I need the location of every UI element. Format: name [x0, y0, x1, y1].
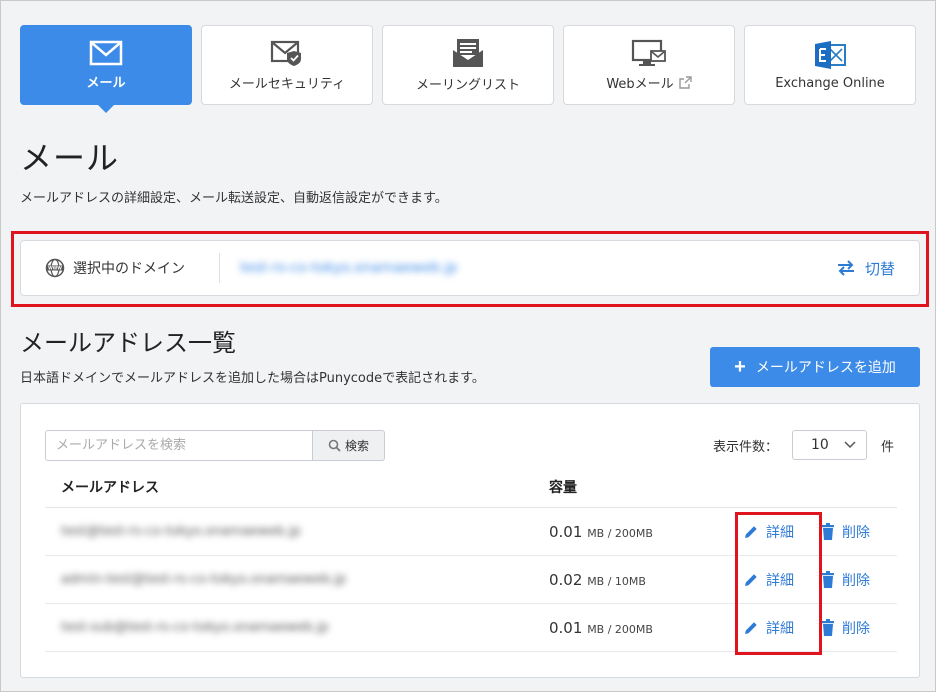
page-description: メールアドレスの詳細設定、メール転送設定、自動返信設定ができます。: [20, 191, 448, 206]
header-address: メールアドレス: [61, 480, 159, 496]
capacity-unit-limit: MB / 10MB: [587, 574, 646, 588]
service-tabs: メール メールセキュリティ メーリングリスト Webメール Exchange O…: [20, 25, 916, 113]
table-header: メールアドレス 容量: [45, 467, 897, 508]
webmail-label: Webメール: [606, 76, 674, 92]
add-address-label: メールアドレスを追加: [755, 359, 896, 375]
mailing-list-icon: [453, 38, 483, 67]
delete-label: 削除: [842, 524, 870, 541]
tab-label: メール: [86, 75, 126, 91]
search-button[interactable]: 検索: [313, 430, 385, 461]
tab-mail-security[interactable]: メールセキュリティ: [201, 25, 373, 105]
address-list-title: メールアドレス一覧: [20, 329, 236, 357]
per-page-control: 表示件数： 10 件: [713, 430, 894, 460]
tab-mailing-list[interactable]: メーリングリスト: [382, 25, 554, 105]
exchange-icon: [815, 40, 846, 69]
trash-icon: [822, 571, 834, 588]
capacity-cell: 0.01 MB / 200MB: [549, 523, 739, 541]
capacity-unit-limit: MB / 200MB: [587, 622, 653, 636]
per-page-label: 表示件数：: [712, 439, 778, 455]
tab-exchange-online[interactable]: Exchange Online: [744, 25, 916, 105]
external-link-icon: [678, 75, 692, 89]
capacity-cell: 0.01 MB / 200MB: [549, 619, 739, 637]
tab-label: メールセキュリティ: [228, 76, 346, 92]
capacity-cell: 0.02 MB / 10MB: [549, 571, 739, 589]
per-page-value: 10: [810, 437, 829, 453]
search-button-label: 検索: [344, 439, 369, 453]
capacity-used: 0.01: [549, 522, 583, 541]
add-address-button[interactable]: + メールアドレスを追加: [710, 347, 920, 387]
search-icon: [328, 439, 341, 452]
detail-buttons-highlight-frame: [735, 512, 822, 655]
tab-webmail[interactable]: Webメール: [563, 25, 735, 105]
tab-label: Exchange Online: [775, 75, 885, 91]
page-title: メール: [20, 139, 120, 177]
tab-label: メーリングリスト: [415, 77, 520, 93]
delete-button[interactable]: 削除: [821, 570, 870, 590]
per-page-unit: 件: [880, 439, 894, 455]
address-cell: admin-test@test-rs-co-tokyo.onamaeweb.jp: [61, 572, 347, 587]
search-group: 検索: [45, 430, 385, 461]
search-input[interactable]: [45, 430, 313, 461]
tab-label: Webメール: [606, 73, 692, 92]
per-page-select[interactable]: 10: [791, 430, 867, 460]
mail-icon: [89, 40, 123, 65]
domain-highlight-frame: [11, 231, 929, 307]
plus-icon: +: [734, 356, 746, 378]
address-cell: test-sub@test-rs-co-tokyo.onamaeweb.jp: [61, 620, 329, 635]
capacity-used: 0.01: [549, 618, 583, 637]
tab-mail[interactable]: メール: [20, 25, 192, 113]
capacity-unit-limit: MB / 200MB: [587, 526, 653, 540]
address-list-description: 日本語ドメインでメールアドレスを追加した場合はPunycodeで表記されます。: [20, 371, 485, 386]
delete-button[interactable]: 削除: [821, 522, 870, 542]
capacity-used: 0.02: [549, 570, 583, 589]
delete-label: 削除: [842, 620, 870, 637]
delete-label: 削除: [842, 572, 870, 589]
address-cell: test@test-rs-co-tokyo.onamaeweb.jp: [61, 524, 301, 539]
chevron-down-icon: [844, 441, 856, 449]
delete-button[interactable]: 削除: [821, 618, 870, 638]
mail-security-icon: [270, 40, 301, 66]
header-capacity: 容量: [549, 480, 577, 496]
trash-icon: [822, 523, 834, 540]
trash-icon: [822, 619, 834, 636]
webmail-icon: [631, 39, 666, 66]
